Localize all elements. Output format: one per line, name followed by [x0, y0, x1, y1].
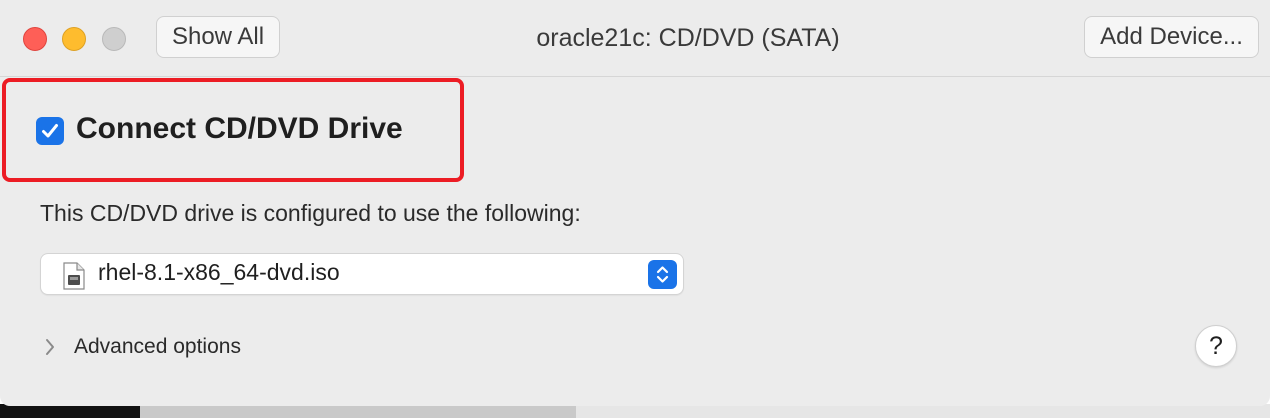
- help-button[interactable]: ?: [1195, 325, 1237, 367]
- selected-file-name: rhel-8.1-x86_64-dvd.iso: [98, 259, 340, 285]
- media-source-select[interactable]: rhel-8.1-x86_64-dvd.iso: [40, 253, 684, 295]
- add-device-button[interactable]: Add Device...: [1084, 16, 1259, 58]
- settings-window: Show All oracle21c: CD/DVD (SATA) Add De…: [0, 0, 1270, 406]
- minimize-window-button[interactable]: [62, 27, 86, 51]
- zoom-window-button: [102, 27, 126, 51]
- background-window-edge: [140, 404, 576, 418]
- checkmark-icon: [42, 124, 58, 138]
- show-all-button[interactable]: Show All: [156, 16, 280, 58]
- title-bar: Show All oracle21c: CD/DVD (SATA) Add De…: [0, 0, 1270, 77]
- connect-drive-label[interactable]: Connect CD/DVD Drive: [76, 112, 403, 146]
- up-down-chevron-icon: [656, 266, 669, 283]
- configuration-description: This CD/DVD drive is configured to use t…: [40, 200, 581, 226]
- connect-drive-checkbox[interactable]: [36, 117, 64, 145]
- background-window-edge: [0, 404, 140, 418]
- window-title: oracle21c: CD/DVD (SATA): [536, 24, 840, 52]
- background-window-edge: [576, 404, 1270, 418]
- close-window-button[interactable]: [23, 27, 47, 51]
- disk-image-file-icon: [63, 262, 85, 290]
- select-stepper[interactable]: [648, 260, 677, 289]
- advanced-options-disclosure[interactable]: Advanced options: [74, 335, 241, 359]
- chevron-right-icon[interactable]: [44, 338, 56, 356]
